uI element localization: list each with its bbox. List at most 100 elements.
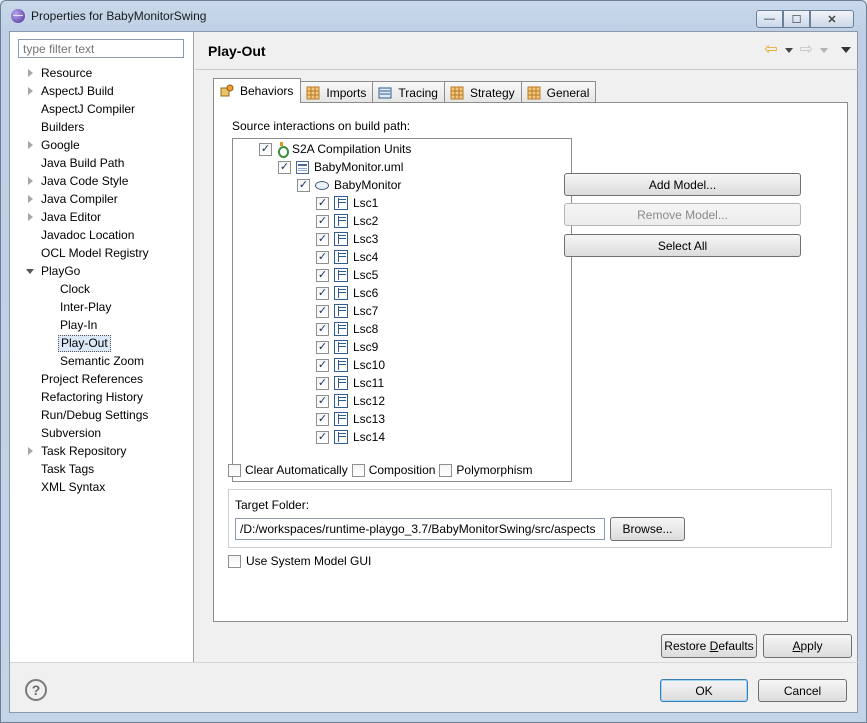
tree-row-lsc[interactable]: ✓ Lsc9	[316, 338, 378, 356]
minimize-button[interactable]: —	[756, 10, 783, 28]
source-interactions-tree[interactable]: ✓ S2A Compilation Units ✓ BabyMonitor.um…	[232, 138, 572, 482]
lsc-checkbox[interactable]: ✓	[316, 412, 329, 426]
tree-row-lsc[interactable]: ✓ Lsc13	[316, 410, 385, 428]
maximize-button[interactable]: ☐	[783, 10, 810, 28]
back-menu-chevron-icon[interactable]	[784, 47, 793, 53]
sidebar-item-java-compiler[interactable]: Java Compiler	[10, 190, 194, 208]
sidebar-item-subversion[interactable]: Subversion	[10, 424, 194, 442]
sidebar-item-run-debug-settings[interactable]: Run/Debug Settings	[10, 406, 194, 424]
collapsed-arrow-icon[interactable]	[28, 195, 33, 203]
lsc-checkbox[interactable]: ✓	[316, 430, 329, 444]
lsc-checkbox[interactable]: ✓	[316, 358, 329, 372]
sidebar-item-project-references[interactable]: Project References	[10, 370, 194, 388]
tree-row-lsc[interactable]: ✓ Lsc1	[316, 194, 378, 212]
tree-row-lsc[interactable]: ✓ Lsc7	[316, 302, 378, 320]
composition-checkbox[interactable]	[351, 463, 365, 477]
tree-row-collaboration[interactable]: ✓ BabyMonitor	[297, 176, 401, 194]
sidebar-item-java-build-path[interactable]: Java Build Path	[10, 154, 194, 172]
preference-tree-pane: Resource AspectJ Build AspectJ Compiler Bui…	[10, 32, 194, 662]
collapsed-arrow-icon[interactable]	[28, 447, 33, 455]
sidebar-item-play-in[interactable]: Play-In	[10, 316, 194, 334]
expanded-arrow-icon[interactable]	[26, 269, 34, 274]
sidebar-item-clock[interactable]: Clock	[10, 280, 194, 298]
sidebar-item-resource[interactable]: Resource	[10, 64, 194, 82]
collapsed-arrow-icon[interactable]	[28, 213, 33, 221]
collaboration-checkbox[interactable]: ✓	[297, 178, 310, 192]
s2a-checkbox[interactable]: ✓	[259, 142, 272, 156]
browse-button[interactable]: Browse...	[610, 517, 685, 541]
add-model-button[interactable]: Add Model...	[564, 173, 801, 196]
collapsed-arrow-icon[interactable]	[28, 69, 33, 77]
tree-row-lsc[interactable]: ✓ Lsc10	[316, 356, 385, 374]
tree-row-lsc[interactable]: ✓ Lsc4	[316, 248, 378, 266]
polymorphism-checkbox[interactable]	[439, 463, 453, 477]
sidebar-item-java-editor[interactable]: Java Editor	[10, 208, 194, 226]
lsc-checkbox[interactable]: ✓	[316, 322, 329, 336]
lsc-checkbox[interactable]: ✓	[316, 214, 329, 228]
lsc-checkbox[interactable]: ✓	[316, 394, 329, 408]
back-arrow-icon[interactable]: ⇦	[764, 42, 777, 58]
tab-behaviors[interactable]: Behaviors	[213, 78, 302, 103]
lsc-checkbox[interactable]: ✓	[316, 268, 329, 282]
tree-row-lsc[interactable]: ✓ Lsc2	[316, 212, 378, 230]
cancel-button[interactable]: Cancel	[758, 679, 847, 702]
tree-row-s2a[interactable]: ✓ S2A Compilation Units	[259, 140, 411, 158]
sidebar-item-javadoc-location[interactable]: Javadoc Location	[10, 226, 194, 244]
source-interactions-label: Source interactions on build path:	[232, 119, 411, 133]
collapsed-arrow-icon[interactable]	[28, 87, 33, 95]
tab-imports[interactable]: Imports	[300, 81, 374, 103]
tree-row-lsc[interactable]: ✓ Lsc5	[316, 266, 378, 284]
help-icon[interactable]: ?	[25, 679, 47, 701]
tree-row-lsc[interactable]: ✓ Lsc3	[316, 230, 378, 248]
ok-button[interactable]: OK	[660, 679, 748, 702]
use-system-model-gui-checkbox[interactable]	[228, 554, 241, 568]
lsc-checkbox[interactable]: ✓	[316, 286, 329, 300]
collapsed-arrow-icon[interactable]	[28, 177, 33, 185]
sidebar-item-google[interactable]: Google	[10, 136, 194, 154]
tree-row-lsc[interactable]: ✓ Lsc12	[316, 392, 385, 410]
clear-automatically-checkbox[interactable]	[228, 463, 241, 477]
tab-strategy[interactable]: Strategy	[443, 81, 522, 103]
filter-input[interactable]	[18, 39, 184, 58]
composition-label[interactable]: Composition	[369, 463, 436, 477]
lsc-checkbox[interactable]: ✓	[316, 340, 329, 354]
sidebar-item-builders[interactable]: Builders	[10, 118, 194, 136]
restore-defaults-button[interactable]: Restore Defaults	[661, 634, 757, 658]
polymorphism-label[interactable]: Polymorphism	[456, 463, 532, 477]
lsc-checkbox[interactable]: ✓	[316, 250, 329, 264]
apply-button[interactable]: Apply	[763, 634, 852, 658]
sidebar-item-label: Play-Out	[58, 335, 111, 352]
tree-row-model[interactable]: ✓ BabyMonitor.uml	[278, 158, 403, 176]
tab-general[interactable]: General	[520, 81, 597, 103]
lsc-checkbox[interactable]: ✓	[316, 232, 329, 246]
lsc-checkbox[interactable]: ✓	[316, 376, 329, 390]
sidebar-item-playgo[interactable]: PlayGo	[10, 262, 194, 280]
tree-row-lsc[interactable]: ✓ Lsc11	[316, 374, 384, 392]
sidebar-item-ocl-model-registry[interactable]: OCL Model Registry	[10, 244, 194, 262]
close-button[interactable]: ✕	[810, 10, 854, 28]
model-checkbox[interactable]: ✓	[278, 160, 291, 174]
select-all-button[interactable]: Select All	[564, 234, 801, 257]
sidebar-item-play-out[interactable]: Play-Out	[10, 334, 194, 352]
tree-row-lsc[interactable]: ✓ Lsc14	[316, 428, 385, 446]
title-bar[interactable]: Properties for BabyMonitorSwing — ☐ ✕	[1, 1, 866, 31]
sidebar-item-task-tags[interactable]: Task Tags	[10, 460, 194, 478]
sidebar-item-java-code-style[interactable]: Java Code Style	[10, 172, 194, 190]
sidebar-item-inter-play[interactable]: Inter-Play	[10, 298, 194, 316]
use-system-model-gui-label[interactable]: Use System Model GUI	[246, 554, 371, 568]
sidebar-item-aspectj-compiler[interactable]: AspectJ Compiler	[10, 100, 194, 118]
lsc-checkbox[interactable]: ✓	[316, 196, 329, 210]
collapsed-arrow-icon[interactable]	[28, 141, 33, 149]
sidebar-item-semantic-zoom[interactable]: Semantic Zoom	[10, 352, 194, 370]
sidebar-item-refactoring-history[interactable]: Refactoring History	[10, 388, 194, 406]
tree-row-lsc[interactable]: ✓ Lsc8	[316, 320, 378, 338]
tree-row-lsc[interactable]: ✓ Lsc6	[316, 284, 378, 302]
sidebar-item-xml-syntax[interactable]: XML Syntax	[10, 478, 194, 496]
lsc-checkbox[interactable]: ✓	[316, 304, 329, 318]
sidebar-item-task-repository[interactable]: Task Repository	[10, 442, 194, 460]
target-folder-input[interactable]	[235, 518, 605, 540]
view-menu-icon[interactable]	[841, 47, 851, 53]
clear-automatically-label[interactable]: Clear Automatically	[245, 463, 348, 477]
sidebar-item-aspectj-build[interactable]: AspectJ Build	[10, 82, 194, 100]
tab-tracing[interactable]: Tracing	[372, 81, 445, 103]
